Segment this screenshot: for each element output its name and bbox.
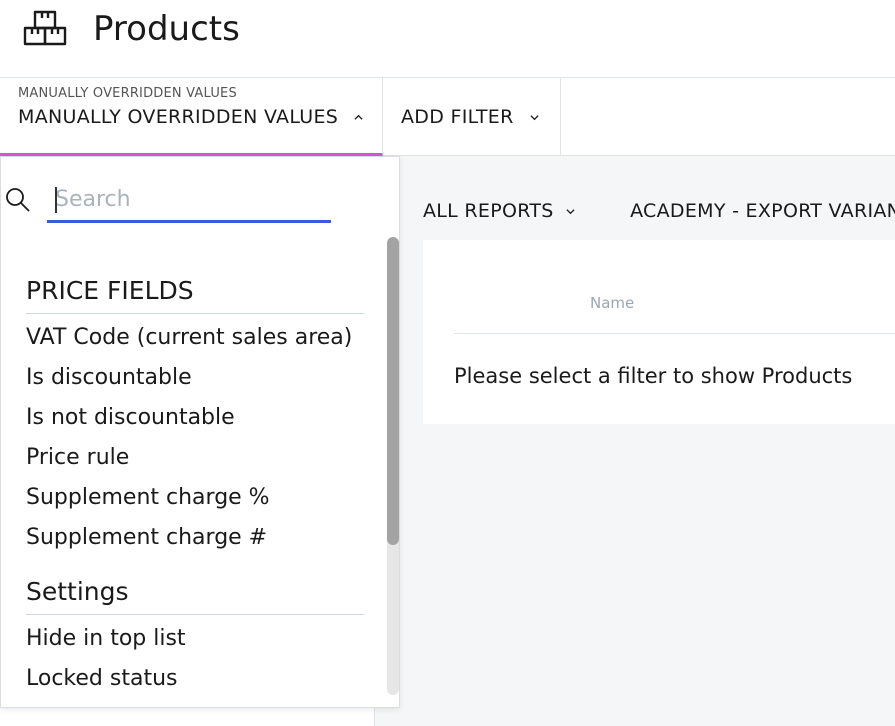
page-title: Products <box>93 9 240 49</box>
search-icon <box>6 188 30 212</box>
option-locked-status[interactable]: Locked status <box>26 659 386 699</box>
option-vat-code[interactable]: VAT Code (current sales area) <box>26 318 386 358</box>
option-supplement-charge-number[interactable]: Supplement charge # <box>26 518 386 558</box>
group-heading-settings: Settings <box>26 576 364 615</box>
reports-row: ALL REPORTS ACADEMY - EXPORT VARIANTS <box>423 200 895 224</box>
table-divider <box>454 333 895 334</box>
filter-caption: MANUALLY OVERRIDDEN VALUES <box>18 86 237 101</box>
filter-bar: MANUALLY OVERRIDDEN VALUES MANUALLY OVER… <box>0 78 895 156</box>
group-heading-price-fields: PRICE FIELDS <box>26 275 364 314</box>
boxes-icon <box>23 10 67 46</box>
option-is-discountable[interactable]: Is discountable <box>26 358 386 398</box>
all-reports-dropdown[interactable]: ALL REPORTS <box>423 200 575 222</box>
filter-value: MANUALLY OVERRIDDEN VALUES <box>18 106 364 128</box>
add-filter-label-wrap: ADD FILTER <box>401 106 539 128</box>
filter-value-label: MANUALLY OVERRIDDEN VALUES <box>18 106 339 128</box>
chevron-down-icon <box>566 209 575 215</box>
filter-dropdown-panel: PRICE FIELDS VAT Code (current sales are… <box>0 156 400 708</box>
main-content: ALL REPORTS ACADEMY - EXPORT VARIANTS Na… <box>374 156 895 726</box>
all-reports-label: ALL REPORTS <box>423 200 554 222</box>
search-input[interactable] <box>47 179 331 223</box>
chevron-up-icon <box>354 114 364 120</box>
active-filter-dropdown[interactable]: MANUALLY OVERRIDDEN VALUES MANUALLY OVER… <box>0 78 383 156</box>
empty-state-message: Please select a filter to show Products <box>454 364 853 388</box>
add-filter-button[interactable]: ADD FILTER <box>383 78 561 155</box>
text-caret <box>55 187 57 213</box>
option-supplement-charge-percent[interactable]: Supplement charge % <box>26 478 386 518</box>
scrollbar-thumb[interactable] <box>387 237 399 545</box>
products-table-card: Name Please select a filter to show Prod… <box>423 240 895 424</box>
option-hide-in-top-list[interactable]: Hide in top list <box>26 619 386 659</box>
option-price-rule[interactable]: Price rule <box>26 438 386 478</box>
products-page: Products MANUALLY OVERRIDDEN VALUES MANU… <box>0 0 895 726</box>
filter-options-list: PRICE FIELDS VAT Code (current sales are… <box>1 275 386 707</box>
option-is-not-discountable[interactable]: Is not discountable <box>26 398 386 438</box>
report-academy-export-variants[interactable]: ACADEMY - EXPORT VARIANTS <box>630 200 895 222</box>
column-header-name[interactable]: Name <box>590 294 634 312</box>
page-header: Products <box>0 0 895 78</box>
chevron-down-icon <box>530 115 539 121</box>
add-filter-label: ADD FILTER <box>401 106 514 128</box>
